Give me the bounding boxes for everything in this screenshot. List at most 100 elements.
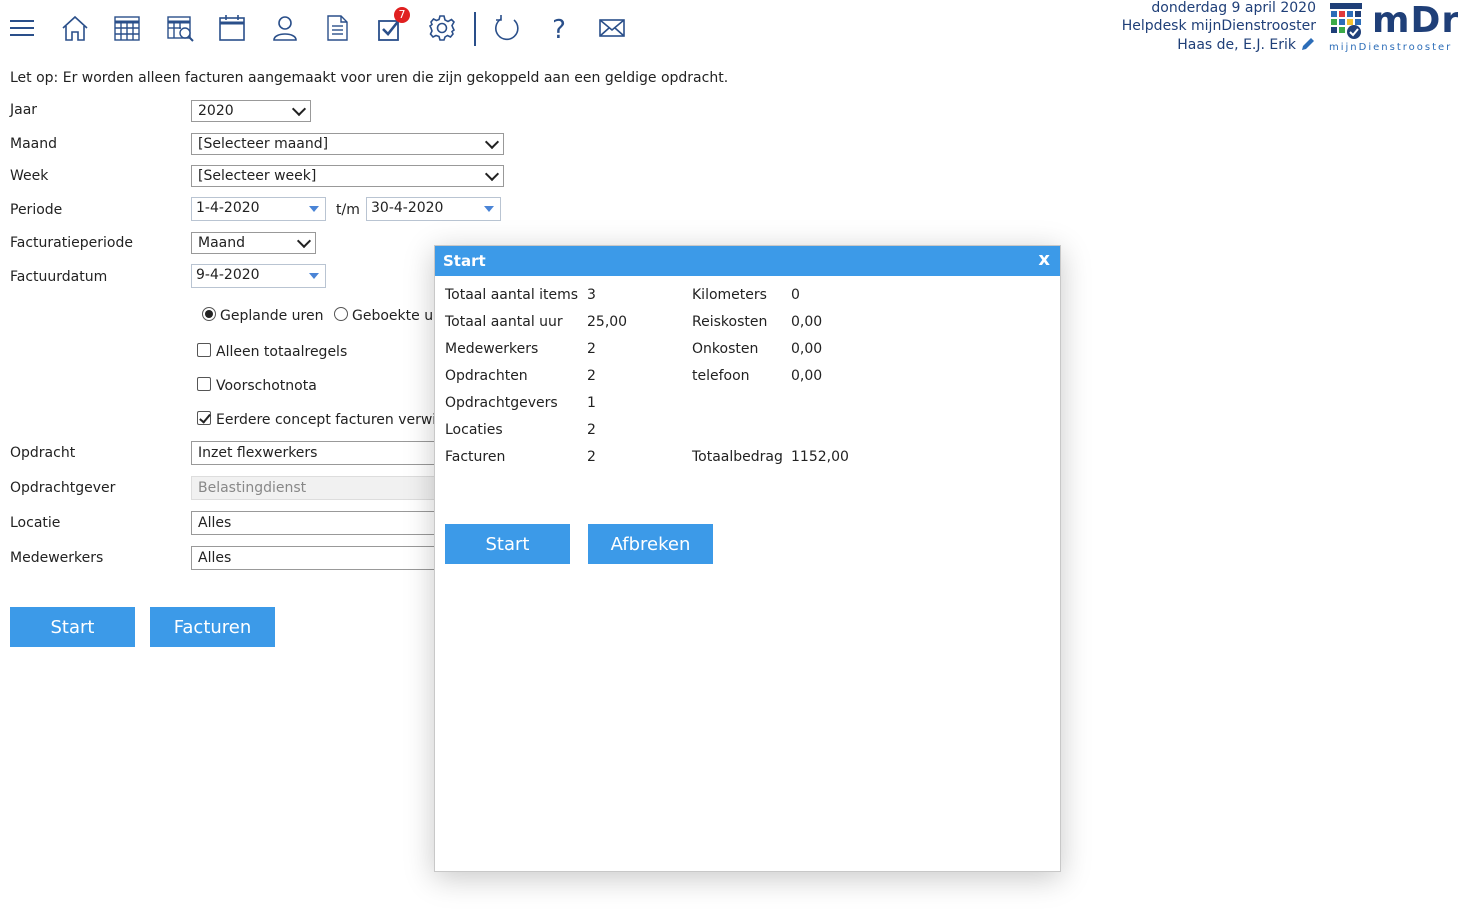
user-icon[interactable] xyxy=(267,10,303,46)
opdracht-field[interactable]: Inzet flexwerkers xyxy=(191,441,451,465)
mail-icon[interactable] xyxy=(594,10,630,46)
cost-label: Kilometers xyxy=(692,287,767,303)
maand-value: [Selecteer maand] xyxy=(198,136,329,152)
toolbar-separator xyxy=(474,12,476,46)
logo-icon xyxy=(1329,2,1363,40)
jaar-label: Jaar xyxy=(10,102,38,118)
start-button[interactable]: Start xyxy=(10,607,135,647)
summary-label: Facturen xyxy=(445,449,506,465)
radio-geplande-uren-label: Geplande uren xyxy=(220,308,324,324)
header-date: donderdag 9 april 2020 xyxy=(1151,0,1316,16)
checkbox-alleen-totaalregels[interactable] xyxy=(197,343,211,357)
refresh-icon[interactable] xyxy=(489,10,525,46)
dialog-cancel-button[interactable]: Afbreken xyxy=(588,524,713,564)
locatie-label: Locatie xyxy=(10,515,61,531)
dialog-start-button[interactable]: Start xyxy=(445,524,570,564)
help-icon[interactable]: ? xyxy=(541,10,577,46)
facturatieperiode-value: Maand xyxy=(198,235,245,251)
cost-value: 0,00 xyxy=(791,314,823,330)
summary-label: Totaal aantal items xyxy=(445,287,579,303)
cost-label: Onkosten xyxy=(692,341,759,357)
gear-icon[interactable] xyxy=(424,10,460,46)
logo-text: mDr xyxy=(1372,0,1458,41)
document-icon[interactable] xyxy=(319,10,355,46)
voorschotnota-label: Voorschotnota xyxy=(216,378,317,394)
pencil-icon[interactable] xyxy=(1300,36,1316,52)
summary-value: 2 xyxy=(587,449,596,465)
maand-select[interactable]: [Selecteer maand] xyxy=(191,133,504,155)
summary-label: Medewerkers xyxy=(445,341,539,357)
week-label: Week xyxy=(10,168,49,184)
chevron-down-icon xyxy=(484,166,500,182)
maand-label: Maand xyxy=(10,136,57,152)
cost-value: 0 xyxy=(791,287,800,303)
chevron-down-icon xyxy=(291,101,307,117)
jaar-value: 2020 xyxy=(198,103,234,119)
chevron-down-icon xyxy=(484,134,500,150)
svg-text:?: ? xyxy=(552,15,566,43)
periode-separator: t/m xyxy=(336,202,360,218)
calendar-grid-icon[interactable] xyxy=(109,10,145,46)
cost-label: telefoon xyxy=(692,368,750,384)
home-icon[interactable] xyxy=(57,10,93,46)
checkbox-voorschotnota[interactable] xyxy=(197,377,211,391)
summary-label: Totaal aantal uur xyxy=(445,314,563,330)
periode-label: Periode xyxy=(10,202,63,218)
locatie-field[interactable]: Alles xyxy=(191,511,451,535)
periode-to-value: 30-4-2020 xyxy=(371,200,444,216)
opdrachtgever-label: Opdrachtgever xyxy=(10,480,116,496)
total-label: Totaalbedrag xyxy=(692,449,783,465)
summary-value: 2 xyxy=(587,368,596,384)
menu-icon[interactable] xyxy=(4,10,40,46)
cost-value: 0,00 xyxy=(791,341,823,357)
opdracht-label: Opdracht xyxy=(10,445,76,461)
dialog-titlebar: Start x xyxy=(435,246,1060,276)
summary-value: 1 xyxy=(587,395,596,411)
logo-subtitle: mijnDienstrooster xyxy=(1329,42,1453,53)
eerdere-concept-facturen-label: Eerdere concept facturen verwij xyxy=(216,412,434,428)
summary-label: Locaties xyxy=(445,422,503,438)
medewerkers-field[interactable]: Alles xyxy=(191,546,451,570)
summary-value: 2 xyxy=(587,422,596,438)
dialog-title: Start xyxy=(443,252,486,270)
dropdown-arrow-icon xyxy=(309,206,319,212)
radio-geboekte-uren-label: Geboekte ur xyxy=(352,308,439,324)
cost-value: 0,00 xyxy=(791,368,823,384)
facturatieperiode-label: Facturatieperiode xyxy=(10,235,133,251)
start-dialog: Start x Totaal aantal items 3 Totaal aan… xyxy=(434,245,1061,872)
factuurdatum-value: 9-4-2020 xyxy=(196,267,260,283)
summary-value: 2 xyxy=(587,341,596,357)
factuurdatum-label: Factuurdatum xyxy=(10,269,108,285)
chevron-down-icon xyxy=(296,233,312,249)
cost-label: Reiskosten xyxy=(692,314,768,330)
radio-geboekte-uren[interactable] xyxy=(334,307,348,321)
factuurdatum-picker[interactable]: 9-4-2020 xyxy=(191,264,326,288)
header-helpdesk: Helpdesk mijnDienstrooster xyxy=(1121,18,1316,34)
periode-from-picker[interactable]: 1-4-2020 xyxy=(191,197,326,221)
alleen-totaalregels-label: Alleen totaalregels xyxy=(216,344,348,360)
periode-to-picker[interactable]: 30-4-2020 xyxy=(366,197,501,221)
header-user[interactable]: Haas de, E.J. Erik xyxy=(1177,37,1296,53)
radio-geplande-uren[interactable] xyxy=(202,307,216,321)
checkbox-eerdere-concept-facturen[interactable] xyxy=(197,411,211,425)
total-value: 1152,00 xyxy=(791,449,849,465)
week-select[interactable]: [Selecteer week] xyxy=(191,165,504,187)
facturen-button[interactable]: Facturen xyxy=(150,607,275,647)
calendar-icon[interactable] xyxy=(214,10,250,46)
summary-value: 3 xyxy=(587,287,596,303)
summary-value: 25,00 xyxy=(587,314,628,330)
tasks-check-icon[interactable]: 7 xyxy=(372,7,410,46)
dropdown-arrow-icon xyxy=(484,206,494,212)
notice-text: Let op: Er worden alleen facturen aangem… xyxy=(10,70,729,86)
dropdown-arrow-icon xyxy=(309,273,319,279)
opdrachtgever-field: Belastingdienst xyxy=(191,476,451,500)
facturatieperiode-select[interactable]: Maand xyxy=(191,232,316,254)
periode-from-value: 1-4-2020 xyxy=(196,200,260,216)
jaar-select[interactable]: 2020 xyxy=(191,100,311,122)
close-icon[interactable]: x xyxy=(1038,249,1050,270)
week-value: [Selecteer week] xyxy=(198,168,317,184)
calendar-search-icon[interactable] xyxy=(162,10,198,46)
notification-badge: 7 xyxy=(394,7,410,23)
summary-label: Opdrachten xyxy=(445,368,528,384)
medewerkers-label: Medewerkers xyxy=(10,550,104,566)
